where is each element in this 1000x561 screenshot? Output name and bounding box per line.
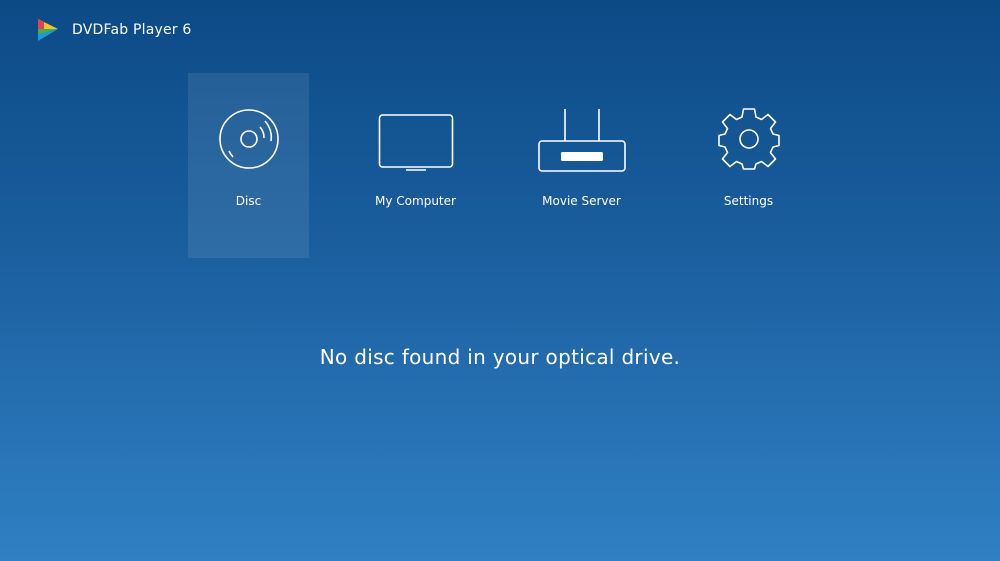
- app-title: DVDFab Player 6: [72, 22, 192, 38]
- nav-item-settings[interactable]: Settings: [688, 73, 809, 258]
- nav-item-movie-server[interactable]: Movie Server: [521, 73, 642, 258]
- nav-label-disc: Disc: [235, 194, 262, 208]
- gear-icon: [717, 108, 780, 170]
- nav-item-disc[interactable]: Disc: [188, 73, 309, 258]
- status-message: No disc found in your optical drive.: [319, 345, 681, 369]
- nav-label-movie-server: Movie Server: [542, 194, 621, 208]
- monitor-icon: [378, 114, 453, 171]
- nav-label-my-computer: My Computer: [375, 194, 456, 208]
- app-header: DVDFab Player 6: [36, 16, 192, 44]
- nav-item-my-computer[interactable]: My Computer: [355, 73, 476, 258]
- disc-icon: [218, 109, 279, 169]
- router-icon: [537, 109, 626, 172]
- nav-label-settings: Settings: [723, 194, 774, 208]
- dvdfab-logo-icon: [38, 19, 58, 41]
